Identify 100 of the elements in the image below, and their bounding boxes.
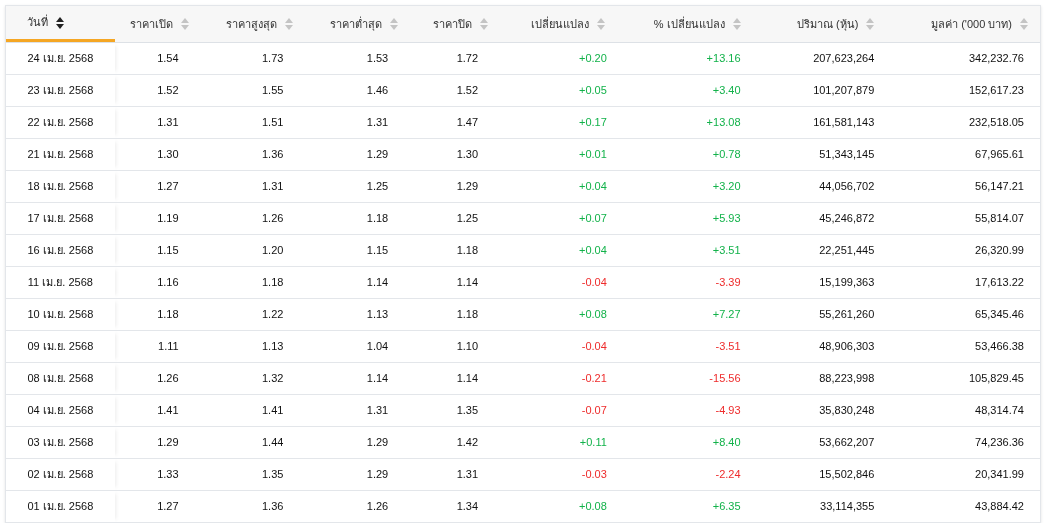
table-cell-text: +0.04 <box>578 243 608 259</box>
table-cell-text: 1.15 <box>365 243 390 259</box>
table-cell-text: 1.31 <box>156 115 180 131</box>
table-cell-text: +3.51 <box>711 243 742 259</box>
table-cell-text: 1.34 <box>455 499 480 515</box>
column-header[interactable]: ราคาปิด <box>410 6 501 42</box>
table-cell-text: 1.36 <box>261 499 285 515</box>
table-cell-text: 1.26 <box>156 371 180 387</box>
column-header[interactable]: ปริมาณ (หุ้น) <box>752 6 887 42</box>
table-cell-text: 1.72 <box>455 51 480 67</box>
table-cell-text: +13.16 <box>705 51 742 67</box>
table-cell-text: 51,343,145 <box>818 147 876 163</box>
table-cell-text: +13.08 <box>705 115 742 131</box>
table-cell-text: 1.41 <box>261 403 285 419</box>
table-cell-text: 1.29 <box>156 435 180 451</box>
column-header[interactable]: ราคาต่ำสุด <box>305 6 411 42</box>
table-cell: 08 เม.ย. 2568 <box>6 363 115 394</box>
table-cell-text: 1.18 <box>455 307 480 323</box>
table-cell-text: 1.29 <box>365 435 390 451</box>
table-cell: 22 เม.ย. 2568 <box>6 107 115 138</box>
table-cell-text: 1.13 <box>261 339 285 355</box>
table-cell-text: 1.44 <box>261 435 285 451</box>
table-cell-text: 53,662,207 <box>818 435 876 451</box>
table-cell-text: 1.25 <box>455 211 480 227</box>
column-header[interactable]: มูลค่า ('000 บาท) <box>886 6 1040 42</box>
table-cell-text: 1.31 <box>261 179 285 195</box>
table-cell-text: 1.27 <box>156 499 180 515</box>
table-cell-text: 1.29 <box>455 179 480 195</box>
table-cell-text: 1.35 <box>455 403 480 419</box>
table-cell-text: 1.19 <box>156 211 180 227</box>
table-cell-text: +0.04 <box>578 179 608 195</box>
table-cell-text: 48,314.74 <box>974 403 1025 419</box>
table-cell-text: 1.16 <box>156 275 180 291</box>
table-cell: 21 เม.ย. 2568 <box>6 139 115 170</box>
table-cell-text: +7.27 <box>711 307 742 323</box>
table-cell-text: 342,232.76 <box>967 51 1025 67</box>
table-cell-text: 1.18 <box>455 243 480 259</box>
table-cell-text: 55,814.07 <box>974 211 1025 227</box>
table-cell-text: 1.14 <box>365 275 390 291</box>
table-cell-text: 56,147.21 <box>974 179 1025 195</box>
table-cell-text: 1.25 <box>365 179 390 195</box>
table-cell-text: 1.14 <box>455 275 480 291</box>
table-cell-text: 1.30 <box>455 147 480 163</box>
table-cell-text: +0.08 <box>578 307 608 323</box>
table-cell-text: 20,341.99 <box>974 467 1025 483</box>
table-cell-text: 65,345.46 <box>974 307 1025 323</box>
table-cell-text: 152,617.23 <box>967 83 1025 99</box>
table-cell-text: 1.47 <box>455 115 480 131</box>
table-cell-text: 88,223,998 <box>818 371 876 387</box>
table-cell-text: 35,830,248 <box>818 403 876 419</box>
table-cell-text: 53,466.38 <box>974 339 1025 355</box>
table-cell-text: -0.04 <box>580 339 608 355</box>
table-cell-text: +0.07 <box>578 211 608 227</box>
table-cell-text: -15.56 <box>708 371 742 387</box>
table-cell-text: 67,965.61 <box>974 147 1025 163</box>
table-cell-text: 22,251,445 <box>818 243 876 259</box>
table-cell-text: 1.29 <box>365 467 390 483</box>
table-cell: 24 เม.ย. 2568 <box>6 43 115 74</box>
table-cell-text: 33,114,355 <box>819 499 876 515</box>
table-cell-text: 1.55 <box>261 83 285 99</box>
table-cell-text: +8.40 <box>711 435 742 451</box>
table-cell-text: 1.73 <box>261 51 285 67</box>
column-header[interactable]: % เปลี่ยนแปลง <box>616 6 753 42</box>
table-cell: 16 เม.ย. 2568 <box>6 235 115 266</box>
table-cell-text: 207,623,264 <box>812 51 876 67</box>
table-cell-text: 1.52 <box>156 83 180 99</box>
table-cell-text: +0.01 <box>578 147 608 163</box>
table-cell-text: -0.03 <box>580 467 608 483</box>
table-cell-text: -2.24 <box>714 467 742 483</box>
table-cell-text: -0.07 <box>580 403 608 419</box>
column-header[interactable]: ราคาเปิด <box>114 6 201 42</box>
table-cell-text: +0.11 <box>578 435 608 451</box>
table-cell-text: -0.21 <box>580 371 608 387</box>
column-header[interactable]: เปลี่ยนแปลง <box>500 6 617 42</box>
table-cell-text: +0.20 <box>578 51 608 67</box>
column-header[interactable]: ราคาสูงสุด <box>200 6 306 42</box>
table-cell-text: 48,906,303 <box>818 339 876 355</box>
table-cell-text: 44,056,702 <box>818 179 876 195</box>
table-cell-text: 45,246,872 <box>818 211 876 227</box>
table-cell-text: 1.42 <box>455 435 480 451</box>
table-cell-text: 1.20 <box>261 243 285 259</box>
table-cell-text: 1.11 <box>157 339 180 355</box>
table-cell-text: 1.31 <box>365 403 390 419</box>
table-cell: 18 เม.ย. 2568 <box>6 171 115 202</box>
table-cell-text: 1.31 <box>365 115 390 131</box>
table-cell-text: 26,320.99 <box>974 243 1025 259</box>
table-cell-text: +6.35 <box>711 499 742 515</box>
table-cell-text: 1.35 <box>261 467 285 483</box>
table-cell-text: -3.51 <box>714 339 742 355</box>
table-cell-text: 1.41 <box>156 403 180 419</box>
table-cell-text: -0.04 <box>580 275 608 291</box>
table-cell-text: +0.78 <box>711 147 742 163</box>
table-cell-text: 1.13 <box>365 307 390 323</box>
table-cell-text: 1.14 <box>455 371 480 387</box>
table-cell-text: -3.39 <box>714 275 742 291</box>
table-cell-text: 1.04 <box>365 339 390 355</box>
table-cell-text: 1.54 <box>156 51 180 67</box>
table-cell-text: 101,207,879 <box>812 83 876 99</box>
table-cell-text: 1.10 <box>455 339 480 355</box>
table-cell-text: 1.27 <box>156 179 180 195</box>
